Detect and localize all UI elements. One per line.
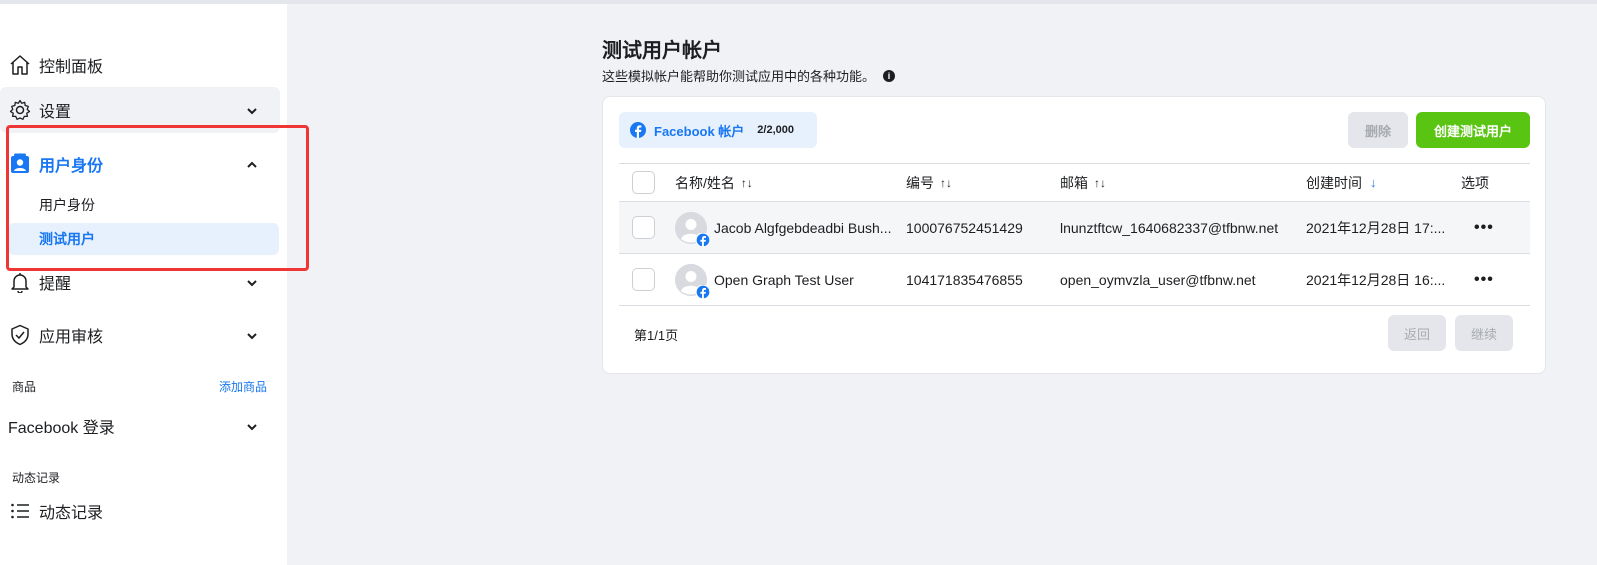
next-button[interactable]: 继续 (1455, 315, 1513, 351)
back-button[interactable]: 返回 (1388, 315, 1446, 351)
column-header-options: 选项 (1461, 164, 1489, 201)
page-subtitle-text: 这些模拟帐户能帮助你测试应用中的各种功能。 (602, 69, 876, 84)
table-row[interactable]: Jacob Algfgebdeadbi Bush... 100076752451… (619, 202, 1530, 254)
tab-facebook-accounts[interactable]: Facebook 帐户 2/2,000 (619, 112, 817, 148)
user-created-time: 2021年12月28日 16:... (1306, 271, 1446, 288)
sidebar-item-dashboard[interactable]: 控制面板 (0, 42, 280, 88)
column-header-label: 创建时间 (1306, 174, 1362, 191)
gear-icon (9, 99, 31, 121)
column-header-label: 名称/姓名 (675, 174, 735, 191)
more-options-icon[interactable]: ••• (1474, 254, 1494, 305)
sidebar-item-roles[interactable]: 用户身份 (0, 141, 280, 187)
select-all-checkbox[interactable] (632, 171, 655, 194)
sidebar-item-label: 控制面板 (39, 59, 104, 76)
sidebar-subitem-test-users[interactable]: 测试用户 (8, 223, 279, 255)
user-email: open_oymvzla_user@tfbnw.net (1060, 271, 1256, 288)
facebook-logo-icon (630, 122, 646, 138)
roles-icon (9, 153, 31, 175)
sidebar-item-alerts[interactable]: 提醒 (0, 259, 280, 305)
sidebar-subitem-roles[interactable]: 用户身份 (8, 189, 279, 221)
sidebar-item-label: 应用审核 (39, 329, 104, 346)
chevron-down-icon (246, 420, 258, 432)
tab-label: Facebook 帐户 (654, 123, 745, 139)
test-users-table: 名称/姓名 ↑↓ 编号 ↑↓ 邮箱 ↑↓ 创建时间 ↓ 选项 Jacob Alg… (619, 163, 1530, 306)
user-name: Jacob Algfgebdeadbi Bush... (714, 219, 892, 236)
pagination-info: 第1/1页 (634, 328, 679, 343)
sidebar-subitem-label: 用户身份 (39, 197, 95, 213)
chevron-down-icon (246, 276, 258, 288)
sidebar-item-activity-log[interactable]: 动态记录 (0, 488, 280, 534)
user-id: 100076752451429 (906, 219, 1023, 236)
sidebar-item-facebook-login[interactable]: Facebook 登录 (0, 406, 280, 446)
bell-icon (9, 271, 31, 293)
sort-descending-icon: ↓ (1370, 175, 1377, 190)
avatar (675, 263, 711, 300)
add-product-link[interactable]: 添加商品 (219, 378, 267, 395)
tab-count: 2/2,000 (757, 124, 794, 136)
user-email: lnunztftcw_1640682337@tfbnw.net (1060, 219, 1279, 236)
sidebar-item-label: 用户身份 (39, 158, 104, 175)
test-users-card: Facebook 帐户 2/2,000 删除 创建测试用户 名称/姓名 ↑↓ 编… (602, 96, 1546, 374)
user-name: Open Graph Test User (714, 271, 854, 288)
sort-icon: ↑↓ (940, 175, 952, 190)
products-section-label: 商品 (12, 380, 37, 394)
list-icon (9, 500, 31, 522)
delete-button[interactable]: 删除 (1348, 112, 1408, 148)
user-name-cell: Jacob Algfgebdeadbi Bush... (675, 202, 895, 253)
create-test-user-button[interactable]: 创建测试用户 (1416, 112, 1530, 148)
user-name-cell: Open Graph Test User (675, 254, 895, 305)
table-header: 名称/姓名 ↑↓ 编号 ↑↓ 邮箱 ↑↓ 创建时间 ↓ 选项 (619, 163, 1530, 202)
sort-icon: ↑↓ (1094, 175, 1106, 190)
sidebar-item-label: 动态记录 (39, 505, 104, 522)
chevron-down-icon (246, 329, 258, 341)
page-title: 测试用户帐户 (602, 40, 722, 62)
table-row[interactable]: Open Graph Test User 104171835476855 ope… (619, 254, 1530, 306)
facebook-badge-icon (695, 283, 711, 300)
column-header-email[interactable]: 邮箱 ↑↓ (1060, 164, 1106, 201)
avatar (675, 211, 711, 248)
column-header-label: 选项 (1461, 174, 1489, 191)
home-icon (9, 54, 31, 76)
sidebar-item-label: 提醒 (39, 276, 72, 293)
chevron-down-icon (246, 104, 258, 116)
sidebar-item-settings[interactable]: 设置 (0, 87, 280, 133)
row-checkbox[interactable] (632, 268, 655, 291)
column-header-id[interactable]: 编号 ↑↓ (906, 164, 952, 201)
user-id: 104171835476855 (906, 271, 1023, 288)
shield-check-icon (9, 324, 31, 346)
column-header-created[interactable]: 创建时间 ↓ (1306, 164, 1377, 201)
chevron-up-icon (246, 158, 258, 170)
activity-section-label: 动态记录 (12, 471, 61, 485)
page-subtitle: 这些模拟帐户能帮助你测试应用中的各种功能。 i (602, 66, 896, 85)
sidebar-item-label: Facebook 登录 (8, 420, 115, 437)
column-header-label: 编号 (906, 174, 934, 191)
more-options-icon[interactable]: ••• (1474, 202, 1494, 253)
sort-icon: ↑↓ (740, 175, 753, 190)
column-header-name[interactable]: 名称/姓名 ↑↓ (675, 164, 753, 201)
sidebar: 控制面板 设置 用户身份 用户身份 测试用户 提醒 应用审核 商品 添加商品 F… (0, 4, 287, 565)
sidebar-item-label: 设置 (39, 104, 72, 121)
info-icon[interactable]: i (883, 69, 896, 82)
user-created-time: 2021年12月28日 17:... (1306, 219, 1446, 236)
column-header-label: 邮箱 (1060, 174, 1088, 191)
sidebar-subitem-label: 测试用户 (39, 231, 95, 247)
row-checkbox[interactable] (632, 216, 655, 239)
facebook-badge-icon (695, 231, 711, 248)
sidebar-item-app-review[interactable]: 应用审核 (0, 312, 280, 358)
